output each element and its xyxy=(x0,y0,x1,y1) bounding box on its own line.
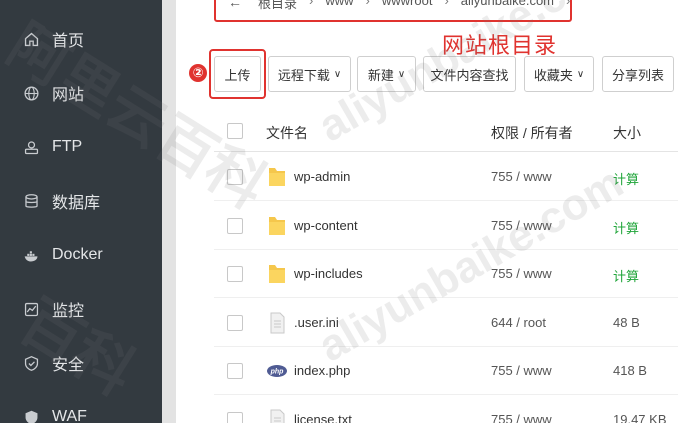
file-permission[interactable]: 755 / www xyxy=(491,363,552,378)
breadcrumb-separator: › xyxy=(444,0,449,8)
file-name[interactable]: .user.ini xyxy=(294,315,339,330)
favorites-label: 收藏夹 xyxy=(533,67,573,83)
favorites-button[interactable]: 收藏夹 ∨ xyxy=(524,56,594,92)
column-header-permission[interactable]: 权限 / 所有者 xyxy=(491,123,573,143)
file-size-calc[interactable]: 计算 xyxy=(613,266,639,285)
monitor-icon xyxy=(20,298,42,320)
sidebar-item-ftp[interactable]: FTP xyxy=(0,127,162,167)
remote-download-button[interactable]: 远程下载 ∨ xyxy=(268,56,351,92)
file-size: 418 B xyxy=(613,363,647,378)
chevron-down-icon: ∨ xyxy=(333,68,342,80)
sidebar-item-label: 监控 xyxy=(52,303,85,320)
row-checkbox[interactable] xyxy=(227,266,243,282)
back-arrow-icon[interactable]: ← xyxy=(228,0,242,10)
file-name[interactable]: index.php xyxy=(294,363,350,378)
shield-icon xyxy=(20,352,42,374)
php-icon: php xyxy=(266,359,288,383)
file-name[interactable]: license.txt xyxy=(294,412,352,423)
file-permission[interactable]: 644 / root xyxy=(491,315,546,330)
breadcrumb-item-www[interactable]: www xyxy=(325,0,353,12)
file-size: 48 B xyxy=(613,315,640,330)
docker-icon xyxy=(20,244,42,266)
row-checkbox[interactable] xyxy=(227,363,243,379)
breadcrumb-separator: › xyxy=(566,0,571,8)
sidebar-item-database[interactable]: 数据库 xyxy=(0,181,162,221)
step-badge: ② xyxy=(189,64,207,82)
sidebar: 首页 网站 FTP 数据库 Docker 监控 安全 WAF xyxy=(0,0,162,423)
sidebar-item-monitor[interactable]: 监控 xyxy=(0,289,162,329)
sidebar-item-label: Docker xyxy=(52,246,103,263)
file-manager-panel: ← 根目录 › www › wwwroot › aliyunbaike.com … xyxy=(176,0,678,423)
remote-download-label: 远程下载 xyxy=(277,67,330,83)
sidebar-gutter xyxy=(162,0,176,423)
sidebar-item-website[interactable]: 网站 xyxy=(0,73,162,113)
sidebar-item-security[interactable]: 安全 xyxy=(0,343,162,383)
row-checkbox[interactable] xyxy=(227,412,243,423)
search-content-button[interactable]: 文件内容查找 xyxy=(423,56,516,92)
table-row[interactable]: php index.php 755 / www 418 B xyxy=(214,347,678,395)
database-icon xyxy=(20,190,42,212)
table-row[interactable]: wp-includes 755 / www 计算 xyxy=(214,250,678,298)
table-header: 文件名 权限 / 所有者 大小 xyxy=(214,112,678,152)
chevron-down-icon: ∨ xyxy=(397,68,406,80)
breadcrumb: 根目录 › www › wwwroot › aliyunbaike.com › xyxy=(258,0,582,12)
svg-text:php: php xyxy=(270,369,285,376)
file-name[interactable]: wp-admin xyxy=(294,169,350,184)
sidebar-item-label: FTP xyxy=(52,138,83,155)
folder-icon xyxy=(266,165,288,189)
sidebar-item-label: 安全 xyxy=(52,357,85,374)
breadcrumb-item-site[interactable]: aliyunbaike.com xyxy=(461,0,554,12)
globe-icon xyxy=(20,82,42,104)
row-checkbox[interactable] xyxy=(227,169,243,185)
chevron-down-icon: ∨ xyxy=(576,68,585,80)
upload-button[interactable]: 上传 xyxy=(214,56,261,92)
ftp-icon xyxy=(20,136,42,158)
file-permission[interactable]: 755 / www xyxy=(491,266,552,281)
file-permission[interactable]: 755 / www xyxy=(491,218,552,233)
row-checkbox[interactable] xyxy=(227,315,243,331)
row-checkbox[interactable] xyxy=(227,218,243,234)
file-size-calc[interactable]: 计算 xyxy=(613,218,639,237)
file-size: 19.47 KB xyxy=(613,412,667,423)
share-list-button[interactable]: 分享列表 xyxy=(602,56,674,92)
sidebar-item-label: 数据库 xyxy=(52,195,101,212)
file-size-calc[interactable]: 计算 xyxy=(613,169,639,188)
sidebar-item-label: 网站 xyxy=(52,87,85,104)
breadcrumb-item-root[interactable]: 根目录 xyxy=(258,0,297,12)
folder-icon xyxy=(266,262,288,286)
column-header-size[interactable]: 大小 xyxy=(613,123,641,143)
file-icon xyxy=(266,408,288,423)
new-button[interactable]: 新建 ∨ xyxy=(357,56,416,92)
select-all-checkbox[interactable] xyxy=(227,123,243,139)
file-permission[interactable]: 755 / www xyxy=(491,412,552,423)
folder-icon xyxy=(266,214,288,238)
sidebar-item-waf[interactable]: WAF xyxy=(0,397,162,423)
table-row[interactable]: license.txt 755 / www 19.47 KB xyxy=(214,396,678,423)
sidebar-item-docker[interactable]: Docker xyxy=(0,235,162,275)
table-row[interactable]: wp-content 755 / www 计算 xyxy=(214,202,678,250)
new-label: 新建 xyxy=(367,67,394,83)
table-row[interactable]: wp-admin 755 / www 计算 xyxy=(214,153,678,201)
sidebar-item-label: 首页 xyxy=(52,33,85,50)
waf-icon xyxy=(20,406,42,423)
column-header-name[interactable]: 文件名 xyxy=(266,123,308,143)
breadcrumb-item-wwwroot[interactable]: wwwroot xyxy=(382,0,433,12)
sidebar-item-home[interactable]: 首页 xyxy=(0,19,162,59)
home-icon xyxy=(20,28,42,50)
file-name[interactable]: wp-content xyxy=(294,218,358,233)
breadcrumb-separator: › xyxy=(309,0,314,8)
file-icon xyxy=(266,311,288,335)
file-name[interactable]: wp-includes xyxy=(294,266,363,281)
table-row[interactable]: .user.ini 644 / root 48 B xyxy=(214,299,678,347)
sidebar-item-label: WAF xyxy=(52,408,87,423)
breadcrumb-separator: › xyxy=(365,0,370,8)
file-permission[interactable]: 755 / www xyxy=(491,169,552,184)
